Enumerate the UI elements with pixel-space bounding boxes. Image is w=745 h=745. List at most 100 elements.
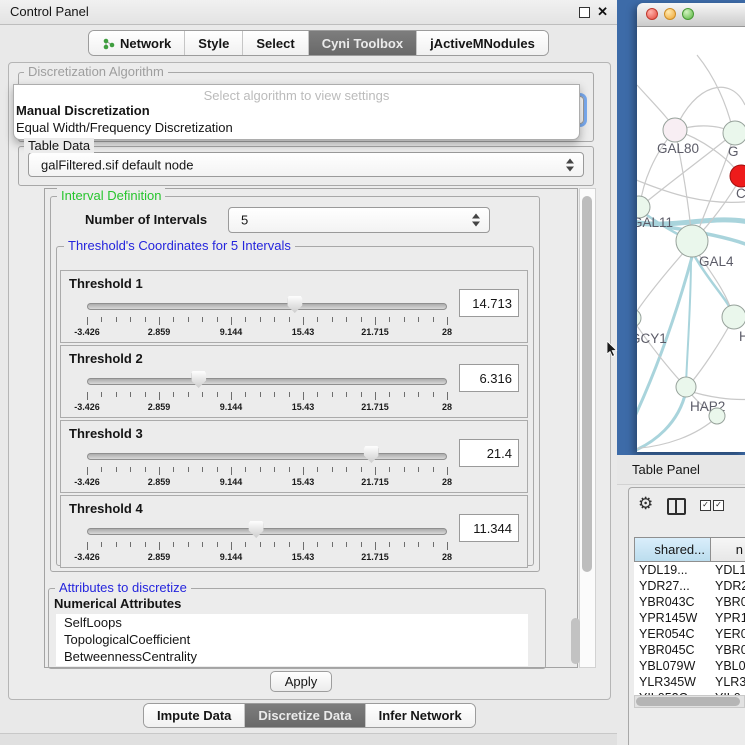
network-node-g[interactable] (723, 121, 745, 145)
network-canvas[interactable]: GAL80GCGAL11GAL4GCY1HHAP2 (637, 27, 745, 452)
table-row[interactable]: YPR145WYPR1 (634, 610, 745, 626)
close-traffic-light-icon[interactable] (646, 8, 658, 20)
network-node-gal80[interactable] (663, 118, 687, 142)
cell-shared-name[interactable]: YDR27... (634, 578, 711, 594)
checkbox-icons[interactable]: ✓ ✓ (700, 500, 724, 511)
tick-mark (289, 392, 290, 397)
minimize-traffic-light-icon[interactable] (664, 8, 676, 20)
horizontal-scrollbar-thumb[interactable] (636, 697, 740, 706)
apply-button[interactable]: Apply (270, 671, 332, 692)
network-node-c[interactable] (730, 165, 745, 187)
cell-name[interactable]: YDL1 (711, 562, 745, 578)
slider-thumb[interactable] (364, 446, 379, 463)
threshold-value-field[interactable]: 6.316 (459, 364, 519, 392)
network-edge[interactable] (637, 177, 745, 202)
cell-name[interactable]: YPR1 (711, 610, 745, 626)
close-icon[interactable]: ✕ (597, 4, 608, 20)
table-row[interactable]: YLR345WYLR3 (634, 674, 745, 690)
table-row[interactable]: YBR045CYBR0 (634, 642, 745, 658)
table-rows: YDL19...YDL1YDR27...YDR2YBR043CYBR0YPR14… (634, 562, 745, 706)
checkbox-icon[interactable]: ✓ (713, 500, 724, 511)
cell-name[interactable]: YBR0 (711, 594, 745, 610)
network-view-window[interactable]: GAL80GCGAL11GAL4GCY1HHAP2 (637, 3, 745, 452)
threshold-value-field[interactable]: 14.713 (459, 289, 519, 317)
attributes-scrollbar-thumb[interactable] (571, 618, 580, 664)
mouse-cursor (607, 341, 618, 358)
attribute-item-selfloops[interactable]: SelfLoops (56, 614, 528, 631)
algorithm-option-manual-discretization[interactable]: Manual Discretization (16, 103, 150, 118)
column-header-name[interactable]: n (711, 537, 745, 562)
attribute-item-topologicalcoefficient[interactable]: TopologicalCoefficient (56, 631, 528, 648)
threshold-block: Threshold 1-3.4262.8599.14415.4321.71528… (60, 270, 528, 343)
tab-label: Style (198, 36, 229, 51)
split-columns-icon[interactable] (667, 498, 686, 515)
tab-network[interactable]: Network (89, 31, 185, 55)
network-node-hap2[interactable] (676, 377, 696, 397)
tick-label: -3.426 (74, 402, 100, 412)
horizontal-scrollbar[interactable] (634, 695, 745, 708)
network-node-gcy1[interactable] (637, 309, 641, 327)
vertical-scrollbar-thumb[interactable] (582, 196, 592, 572)
tick-label: 28 (442, 402, 452, 412)
cell-name[interactable]: YER0 (711, 626, 745, 642)
network-edge[interactable] (690, 319, 733, 384)
cell-shared-name[interactable]: YER054C (634, 626, 711, 642)
network-graph: GAL80GCGAL11GAL4GCY1HHAP2 (637, 27, 745, 452)
tab-label: Impute Data (157, 708, 231, 723)
slider-track[interactable] (87, 378, 447, 385)
table-row[interactable]: YDR27...YDR2 (634, 578, 745, 594)
network-node[interactable] (709, 408, 725, 424)
numerical-attributes-list[interactable]: SelfLoopsTopologicalCoefficientBetweenne… (56, 614, 528, 666)
number-of-intervals-combobox[interactable]: 5 (228, 207, 490, 233)
checkbox-icon[interactable]: ✓ (700, 500, 711, 511)
column-header-shared-name[interactable]: shared... (634, 537, 711, 562)
tick-mark (289, 467, 290, 472)
tab-discretize-data[interactable]: Discretize Data (245, 704, 365, 727)
tab-select[interactable]: Select (243, 31, 308, 55)
table-data-label: Table Data (24, 138, 94, 153)
table-row[interactable]: YBL079WYBL0 (634, 658, 745, 674)
attribute-item-betweennesscentrality[interactable]: BetweennessCentrality (56, 648, 528, 665)
table-row[interactable]: YER054CYER0 (634, 626, 745, 642)
tab-style[interactable]: Style (185, 31, 243, 55)
cell-shared-name[interactable]: YDL19... (634, 562, 711, 578)
table-row[interactable]: YBR043CYBR0 (634, 594, 745, 610)
network-node-gal4[interactable] (676, 225, 708, 257)
slider-track[interactable] (87, 303, 447, 310)
float-window-icon[interactable] (579, 7, 590, 18)
network-edge-highlighted[interactable] (637, 391, 686, 452)
tab-impute-data[interactable]: Impute Data (144, 704, 245, 727)
tab-jactivemnodules[interactable]: jActiveMNodules (417, 31, 548, 55)
cell-shared-name[interactable]: YLR345W (634, 674, 711, 690)
zoom-traffic-light-icon[interactable] (682, 8, 694, 20)
cell-name[interactable]: YDR2 (711, 578, 745, 594)
cell-shared-name[interactable]: YBR043C (634, 594, 711, 610)
tab-bar: Network Style SelectCyni ToolboxjActiveMNo… (88, 30, 549, 56)
tab-cyni-toolbox[interactable]: Cyni Toolbox (309, 31, 417, 55)
table-data-combobox[interactable]: galFiltered.sif default node (28, 152, 584, 177)
slider-thumb[interactable] (249, 521, 264, 538)
tick-mark (447, 317, 448, 325)
cell-name[interactable]: YLR3 (711, 674, 745, 690)
table-row[interactable]: YDL19...YDL1 (634, 562, 745, 578)
cell-name[interactable]: YBL0 (711, 658, 745, 674)
tab-infer-network[interactable]: Infer Network (366, 704, 475, 727)
tick-mark (361, 317, 362, 322)
slider-track[interactable] (87, 528, 447, 535)
slider-thumb[interactable] (191, 371, 206, 388)
slider-track[interactable] (87, 453, 447, 460)
algorithm-hint-option[interactable]: Select algorithm to view settings (14, 88, 579, 103)
tick-mark (87, 542, 88, 550)
gear-icon[interactable]: ⚙ (638, 494, 653, 514)
cell-shared-name[interactable]: YPR145W (634, 610, 711, 626)
threshold-value-field[interactable]: 21.4 (459, 439, 519, 467)
vertical-scrollbar[interactable] (579, 188, 596, 668)
network-node-h[interactable] (722, 305, 745, 329)
slider-thumb[interactable] (287, 296, 302, 313)
cell-shared-name[interactable]: YBL079W (634, 658, 711, 674)
cell-name[interactable]: YBR0 (711, 642, 745, 658)
cell-shared-name[interactable]: YBR045C (634, 642, 711, 658)
algorithm-option-equal-width-frequency-discretization[interactable]: Equal Width/Frequency Discretization (16, 120, 233, 135)
tick-mark (87, 392, 88, 400)
threshold-value-field[interactable]: 11.344 (459, 514, 519, 542)
